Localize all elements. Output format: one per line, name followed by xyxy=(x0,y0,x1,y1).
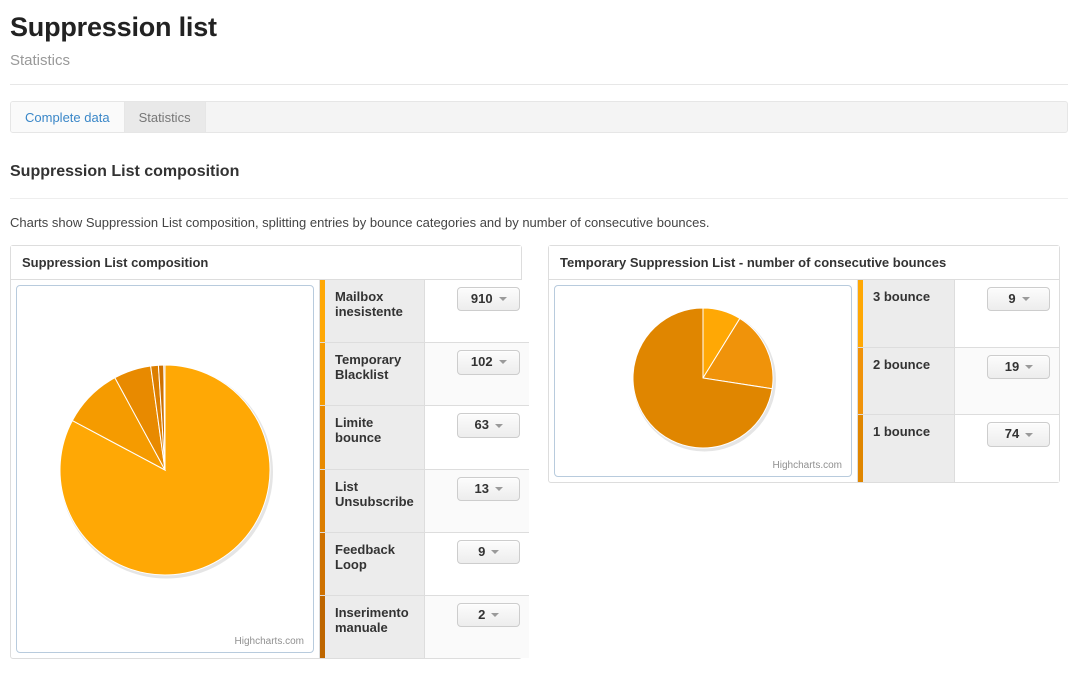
chevron-down-icon xyxy=(1025,432,1034,437)
tab-statistics[interactable]: Statistics xyxy=(124,102,206,133)
panel-suppression-list-composition: Suppression List composition Highcharts.… xyxy=(10,245,529,660)
legend-value-cell: 74 xyxy=(955,415,1059,483)
value-dropdown-button[interactable]: 19 xyxy=(987,354,1050,380)
charts-container: Suppression List composition Highcharts.… xyxy=(10,245,1068,660)
legend-label: 1 bounce xyxy=(863,415,955,483)
value-dropdown-button[interactable]: 9 xyxy=(456,539,520,565)
header-divider xyxy=(10,84,1068,86)
value-dropdown-button[interactable]: 63 xyxy=(456,413,520,438)
tab-bar: Complete data Statistics xyxy=(10,101,1068,134)
value-text: 63 xyxy=(474,417,489,433)
value-text: 910 xyxy=(470,291,493,307)
panel-right-title: Temporary Suppression List - number of c… xyxy=(549,246,1059,281)
panel-left-title: Suppression List composition xyxy=(11,246,521,281)
table-row: 3 bounce 9 xyxy=(858,280,1059,348)
value-dropdown-button[interactable]: 102 xyxy=(456,350,520,375)
value-text: 13 xyxy=(474,480,489,496)
chevron-down-icon xyxy=(498,360,507,365)
table-row: Mailbox inesistente 910 xyxy=(320,280,529,344)
chevron-down-icon xyxy=(491,613,500,618)
panel-left-body: Highcharts.com Mailbox inesistente 910 T… xyxy=(11,280,529,659)
chevron-down-icon xyxy=(494,423,503,428)
value-text: 9 xyxy=(478,543,486,559)
value-text: 74 xyxy=(1004,426,1020,442)
table-row: Limite bounce 63 xyxy=(320,406,529,470)
legend-value-cell: 102 xyxy=(424,343,529,406)
chevron-down-icon xyxy=(491,549,500,554)
legend-label: Temporary Blacklist xyxy=(325,343,425,406)
value-text: 19 xyxy=(1004,358,1020,374)
chevron-down-icon xyxy=(1025,364,1034,369)
pie-chart-consecutive-bounces[interactable]: Highcharts.com xyxy=(554,285,852,478)
legend-label: List Unsubscribe xyxy=(325,469,425,532)
section-description: Charts show Suppression List composition… xyxy=(10,215,710,231)
value-dropdown-button[interactable]: 2 xyxy=(456,602,520,628)
value-dropdown-button[interactable]: 74 xyxy=(987,422,1050,447)
value-dropdown-button[interactable]: 910 xyxy=(456,287,520,312)
table-row: Temporary Blacklist 102 xyxy=(320,343,529,407)
value-dropdown-button[interactable]: 9 xyxy=(987,287,1050,312)
legend-label: Inserimento manuale xyxy=(325,595,425,659)
table-row: Inserimento manuale 2 xyxy=(320,595,529,659)
panel-temporary-suppression-list: Temporary Suppression List - number of c… xyxy=(548,245,1060,484)
legend-value-cell: 2 xyxy=(424,595,529,659)
value-text: 2 xyxy=(478,606,486,622)
legend-label: Limite bounce xyxy=(325,406,425,469)
pie-chart-composition-svg xyxy=(59,364,273,579)
tab-complete-data[interactable]: Complete data xyxy=(11,102,125,133)
chevron-down-icon xyxy=(494,486,503,491)
legend-table-right: 3 bounce 9 2 bounce 19 1 bounce 74 xyxy=(857,280,1059,483)
table-row: 1 bounce 74 xyxy=(858,415,1059,483)
legend-table-left: Mailbox inesistente 910 Temporary Blackl… xyxy=(319,280,529,659)
section-divider xyxy=(10,198,1068,200)
table-row: 2 bounce 19 xyxy=(858,347,1059,416)
page-subtitle: Statistics xyxy=(10,52,71,70)
legend-label: Feedback Loop xyxy=(325,532,425,595)
legend-value-cell: 13 xyxy=(424,469,529,532)
section-title: Suppression List composition xyxy=(10,163,240,181)
value-text: 102 xyxy=(470,354,493,370)
legend-label: Mailbox inesistente xyxy=(325,280,425,343)
legend-value-cell: 910 xyxy=(424,280,529,343)
pie-chart-composition[interactable]: Highcharts.com xyxy=(16,285,314,654)
panel-right-body: Highcharts.com 3 bounce 9 2 bounce 19 1 … xyxy=(549,280,1059,483)
page-title: Suppression list xyxy=(10,12,217,42)
value-dropdown-button[interactable]: 13 xyxy=(456,476,520,501)
table-row: Feedback Loop 9 xyxy=(320,532,529,596)
chevron-down-icon xyxy=(498,297,507,302)
table-row: List Unsubscribe 13 xyxy=(320,469,529,533)
pie-chart-consecutive-bounces-svg xyxy=(632,307,776,452)
legend-value-cell: 9 xyxy=(955,280,1059,347)
legend-label: 2 bounce xyxy=(863,347,955,415)
legend-value-cell: 63 xyxy=(424,406,529,469)
chevron-down-icon xyxy=(1021,297,1030,302)
highcharts-credit[interactable]: Highcharts.com xyxy=(773,460,842,471)
legend-label: 3 bounce xyxy=(863,280,955,347)
page-header: Suppression list Statistics xyxy=(0,0,1078,86)
highcharts-credit[interactable]: Highcharts.com xyxy=(235,636,304,647)
legend-value-cell: 9 xyxy=(424,532,529,595)
value-text: 9 xyxy=(1008,291,1016,307)
legend-value-cell: 19 xyxy=(955,347,1059,415)
